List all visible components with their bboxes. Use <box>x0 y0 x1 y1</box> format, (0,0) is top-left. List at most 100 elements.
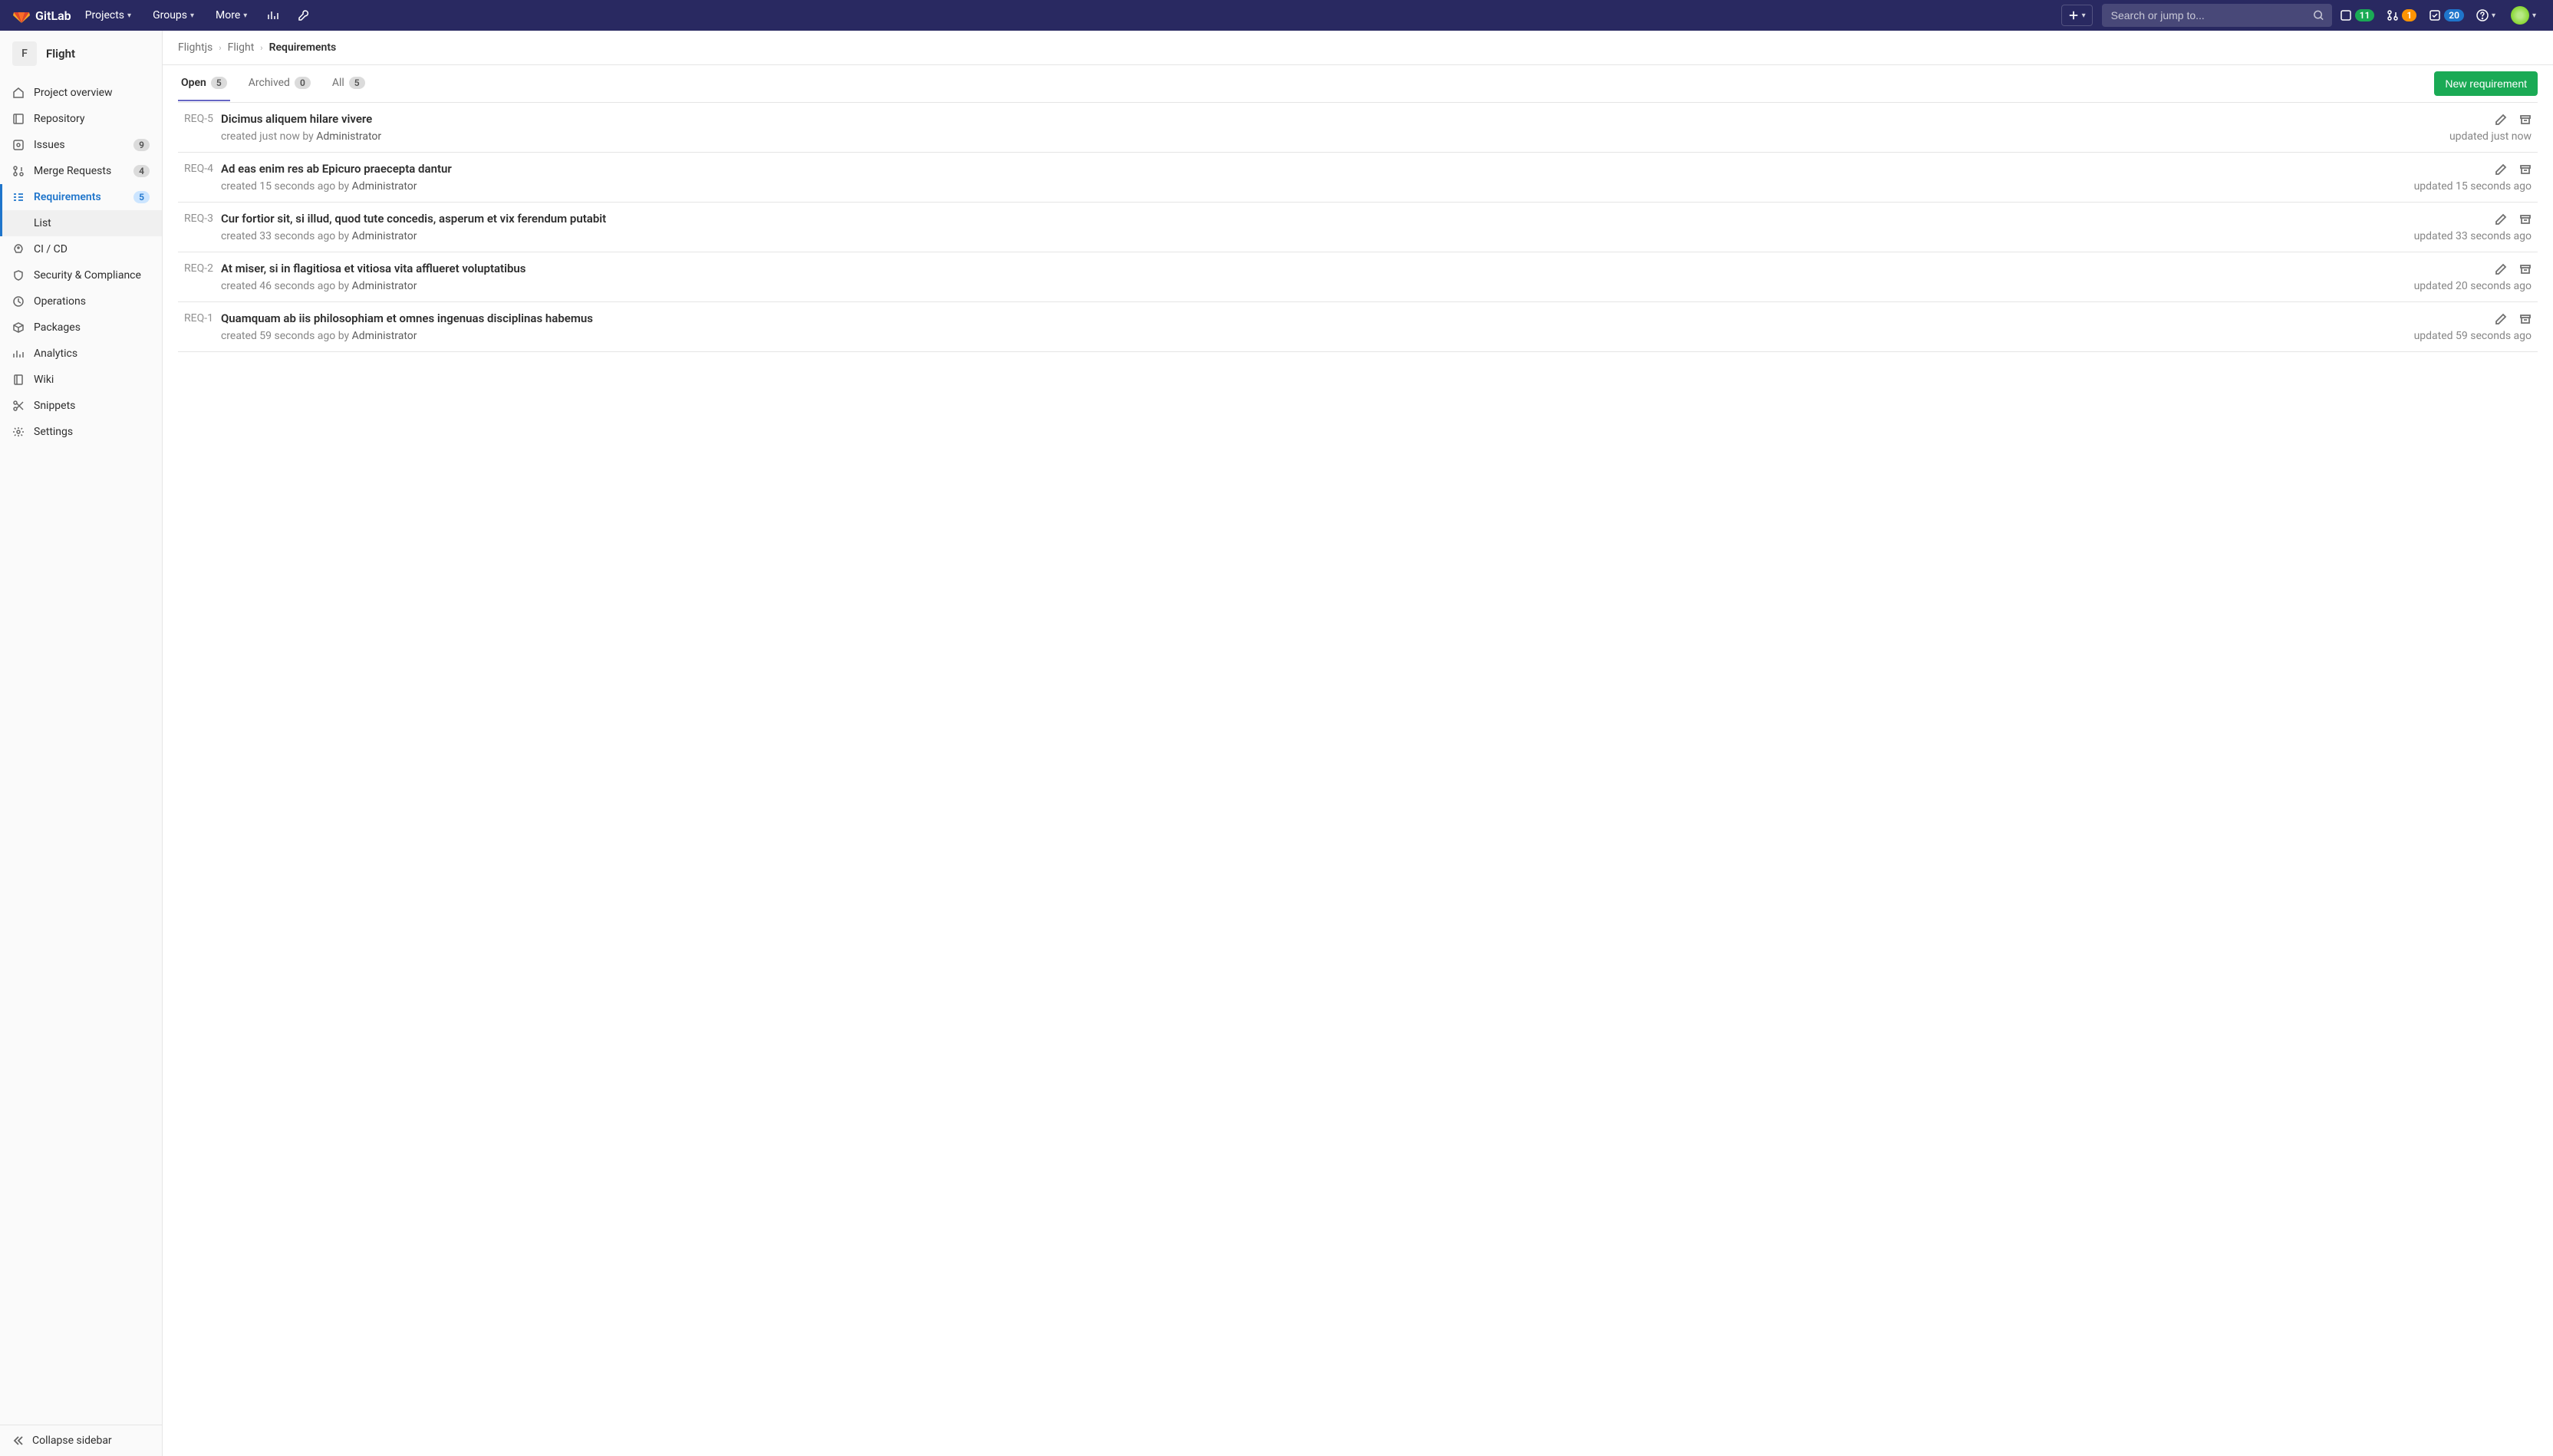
requirement-id: REQ-2 <box>184 262 213 292</box>
sidebar-item-label: Packages <box>34 321 150 334</box>
sidebar-item-requirements[interactable]: Requirements 5 <box>0 184 162 210</box>
requirement-title[interactable]: Dicimus aliquem hilare vivere <box>221 112 381 126</box>
requirement-updated: updated 20 seconds ago <box>2414 280 2532 292</box>
sidebar-item-packages[interactable]: Packages <box>0 315 162 341</box>
archive-icon <box>2519 163 2532 176</box>
requirement-author[interactable]: Administrator <box>316 130 381 143</box>
nav-more[interactable]: More▾ <box>208 0 255 31</box>
chevron-down-icon: ▾ <box>2532 12 2536 20</box>
requirement-title[interactable]: At miser, si in flagitiosa et vitiosa vi… <box>221 262 526 275</box>
requirement-title[interactable]: Ad eas enim res ab Epicuro praecepta dan… <box>221 162 452 176</box>
create-new-button[interactable]: ▾ <box>2061 5 2093 26</box>
requirement-updated: updated 33 seconds ago <box>2414 230 2532 242</box>
search-input[interactable] <box>2102 4 2332 27</box>
project-header[interactable]: F Flight <box>0 31 162 77</box>
sidebar-item-overview[interactable]: Project overview <box>0 80 162 106</box>
sidebar-item-security[interactable]: Security & Compliance <box>0 262 162 288</box>
plus-icon <box>2068 10 2079 21</box>
archive-button[interactable] <box>2519 263 2532 275</box>
requirement-id: REQ-5 <box>184 112 213 143</box>
tab-all[interactable]: All 5 <box>329 66 368 101</box>
edit-button[interactable] <box>2495 163 2507 176</box>
sidebar-item-label: Analytics <box>34 348 150 360</box>
breadcrumb-group[interactable]: Flightjs <box>178 41 212 54</box>
sidebar-item-operations[interactable]: Operations <box>0 288 162 315</box>
gitlab-icon <box>12 6 31 25</box>
requirement-updated: updated just now <box>2449 130 2532 143</box>
header-issues[interactable]: 11 <box>2335 0 2380 31</box>
sidebar-item-issues[interactable]: Issues 9 <box>0 132 162 158</box>
package-icon <box>12 321 25 334</box>
nav-projects[interactable]: Projects▾ <box>77 0 139 31</box>
tab-count: 0 <box>295 77 311 89</box>
shield-icon <box>12 269 25 282</box>
edit-button[interactable] <box>2495 263 2507 275</box>
sidebar-item-snippets[interactable]: Snippets <box>0 393 162 419</box>
chevron-down-icon: ▾ <box>243 12 247 20</box>
archive-button[interactable] <box>2519 313 2532 325</box>
requirement-author[interactable]: Administrator <box>352 330 417 342</box>
requirement-updated: updated 15 seconds ago <box>2414 180 2532 193</box>
help-button[interactable]: ▾ <box>2472 0 2500 31</box>
new-requirement-button[interactable]: New requirement <box>2434 71 2538 96</box>
pencil-icon <box>2495 313 2507 325</box>
requirement-meta: created just now by Administrator <box>221 130 381 143</box>
sidebar-item-merge-requests[interactable]: Merge Requests 4 <box>0 158 162 184</box>
sidebar-item-label: Project overview <box>34 87 150 99</box>
breadcrumb-project[interactable]: Flight <box>228 41 255 54</box>
todo-icon <box>2429 9 2441 21</box>
edit-button[interactable] <box>2495 213 2507 226</box>
requirement-title[interactable]: Cur fortior sit, si illud, quod tute con… <box>221 212 606 226</box>
tab-label: All <box>332 77 344 89</box>
tabs-row: Open 5 Archived 0 All 5 New requirement <box>178 65 2538 103</box>
sidebar-item-label: Repository <box>34 113 150 125</box>
question-icon <box>2476 9 2489 21</box>
tab-count: 5 <box>211 77 227 89</box>
tab-open[interactable]: Open 5 <box>178 66 230 101</box>
requirement-updated: updated 59 seconds ago <box>2414 330 2532 342</box>
activity-icon[interactable] <box>261 0 285 31</box>
edit-button[interactable] <box>2495 114 2507 126</box>
sidebar-subitem-list[interactable]: List <box>0 210 162 236</box>
requirement-id: REQ-1 <box>184 311 213 342</box>
sidebar-item-analytics[interactable]: Analytics <box>0 341 162 367</box>
requirement-author[interactable]: Administrator <box>352 230 417 242</box>
nav-groups[interactable]: Groups▾ <box>145 0 202 31</box>
collapse-label: Collapse sidebar <box>32 1435 112 1447</box>
archive-icon <box>2519 114 2532 126</box>
breadcrumb: Flightjs › Flight › Requirements <box>163 31 2553 65</box>
operations-icon <box>12 295 25 308</box>
tab-archived[interactable]: Archived 0 <box>245 66 314 101</box>
merge-request-icon <box>12 165 25 177</box>
sidebar-item-settings[interactable]: Settings <box>0 419 162 445</box>
requirement-author[interactable]: Administrator <box>352 280 417 292</box>
requirement-item: REQ-5 Dicimus aliquem hilare vivere crea… <box>178 103 2538 153</box>
edit-button[interactable] <box>2495 313 2507 325</box>
requirement-author[interactable]: Administrator <box>352 180 417 193</box>
badge-count: 11 <box>2355 9 2375 21</box>
gitlab-logo[interactable]: GitLab <box>12 6 71 25</box>
collapse-sidebar[interactable]: Collapse sidebar <box>0 1425 162 1456</box>
search-icon <box>2313 10 2324 21</box>
requirement-title[interactable]: Quamquam ab iis philosophiam et omnes in… <box>221 311 593 325</box>
sidebar-item-label: Snippets <box>34 400 150 412</box>
chart-icon <box>12 348 25 360</box>
archive-button[interactable] <box>2519 163 2532 176</box>
sidebar-item-label: CI / CD <box>34 243 150 255</box>
sidebar-nav: Project overview Repository Issues 9 Mer… <box>0 77 162 1425</box>
requirement-meta: created 33 seconds ago by Administrator <box>221 230 606 242</box>
pencil-icon <box>2495 213 2507 226</box>
user-menu[interactable]: ▾ <box>2503 0 2541 31</box>
requirement-item: REQ-4 Ad eas enim res ab Epicuro praecep… <box>178 153 2538 203</box>
archive-button[interactable] <box>2519 114 2532 126</box>
sidebar-item-cicd[interactable]: CI / CD <box>0 236 162 262</box>
archive-button[interactable] <box>2519 213 2532 226</box>
search-wrap <box>2102 4 2332 27</box>
sidebar-item-wiki[interactable]: Wiki <box>0 367 162 393</box>
wrench-icon[interactable] <box>292 0 316 31</box>
header-todos[interactable]: 20 <box>2424 0 2469 31</box>
header-mrs[interactable]: 1 <box>2382 0 2421 31</box>
sidebar-item-label: Merge Requests <box>34 165 124 177</box>
sidebar-item-repository[interactable]: Repository <box>0 106 162 132</box>
requirement-meta: created 59 seconds ago by Administrator <box>221 330 593 342</box>
